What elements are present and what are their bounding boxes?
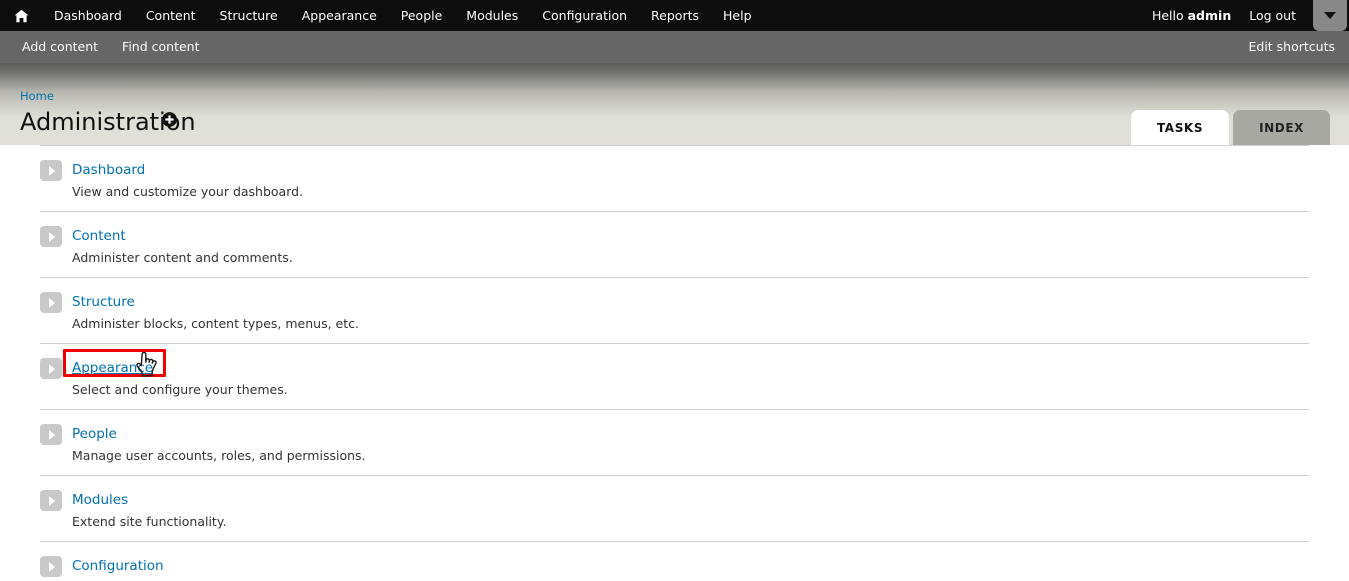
toolbar-collapse-button[interactable]	[1313, 0, 1347, 31]
chevron-right-icon	[40, 490, 62, 511]
toolbar-item-modules[interactable]: Modules	[454, 0, 530, 31]
chevron-right-icon	[40, 292, 62, 313]
toolbar-item-reports[interactable]: Reports	[639, 0, 711, 31]
chevron-right-icon	[40, 226, 62, 247]
toolbar-item-structure[interactable]: Structure	[208, 0, 290, 31]
admin-desc-dashboard: View and customize your dashboard.	[72, 184, 304, 199]
page-header: Home Administration TASKS INDEX	[0, 63, 1349, 145]
chevron-right-icon	[40, 358, 62, 379]
shortcut-find-content[interactable]: Find content	[116, 31, 205, 63]
toolbar-item-dashboard[interactable]: Dashboard	[42, 0, 134, 31]
user-name: admin	[1187, 8, 1232, 23]
shortcuts-bar: Add content Find content Edit shortcuts	[0, 31, 1349, 63]
admin-block-list: Dashboard View and customize your dashbo…	[40, 145, 1309, 581]
toolbar-item-people[interactable]: People	[389, 0, 455, 31]
admin-list-item-structure[interactable]: Structure Administer blocks, content typ…	[40, 277, 1309, 343]
admin-list-item-modules[interactable]: Modules Extend site functionality.	[40, 475, 1309, 541]
edit-shortcuts-link[interactable]: Edit shortcuts	[1248, 31, 1335, 63]
breadcrumb: Home	[20, 89, 54, 103]
tab-tasks[interactable]: TASKS	[1130, 110, 1230, 145]
admin-link-people[interactable]: People	[72, 426, 117, 442]
admin-list-item-content[interactable]: Content Administer content and comments.	[40, 211, 1309, 277]
admin-desc-content: Administer content and comments.	[72, 250, 293, 265]
admin-link-dashboard[interactable]: Dashboard	[72, 162, 145, 178]
toolbar-user-area: Hello admin Log out	[1143, 0, 1349, 31]
tab-index[interactable]: INDEX	[1233, 110, 1330, 145]
admin-list-item-configuration[interactable]: Configuration Administer settings.	[40, 541, 1309, 581]
chevron-down-icon	[1324, 12, 1336, 19]
home-icon[interactable]	[0, 0, 42, 31]
chevron-right-icon	[40, 160, 62, 181]
primary-tabs: TASKS INDEX	[1130, 110, 1330, 145]
admin-list-item-appearance[interactable]: Appearance Select and configure your the…	[40, 343, 1309, 409]
admin-link-structure[interactable]: Structure	[72, 294, 135, 310]
admin-link-modules[interactable]: Modules	[72, 492, 128, 508]
admin-link-appearance[interactable]: Appearance	[72, 360, 153, 376]
toolbar-item-configuration[interactable]: Configuration	[530, 0, 639, 31]
chevron-right-icon	[40, 556, 62, 577]
admin-link-configuration[interactable]: Configuration	[72, 558, 164, 574]
toolbar-item-help[interactable]: Help	[711, 0, 764, 31]
toolbar-menu: Dashboard Content Structure Appearance P…	[0, 0, 764, 31]
admin-desc-structure: Administer blocks, content types, menus,…	[72, 316, 359, 331]
shortcut-add-content[interactable]: Add content	[16, 31, 104, 63]
user-greeting: Hello admin	[1143, 0, 1240, 31]
admin-list-item-people[interactable]: People Manage user accounts, roles, and …	[40, 409, 1309, 475]
admin-desc-modules: Extend site functionality.	[72, 514, 227, 529]
plus-circle-icon[interactable]	[161, 111, 178, 128]
admin-toolbar: Dashboard Content Structure Appearance P…	[0, 0, 1349, 31]
toolbar-item-appearance[interactable]: Appearance	[290, 0, 389, 31]
admin-link-content[interactable]: Content	[72, 228, 126, 244]
admin-list-item-dashboard[interactable]: Dashboard View and customize your dashbo…	[40, 145, 1309, 211]
chevron-right-icon	[40, 424, 62, 445]
admin-desc-people: Manage user accounts, roles, and permiss…	[72, 448, 366, 463]
toolbar-item-content[interactable]: Content	[134, 0, 208, 31]
breadcrumb-home-link[interactable]: Home	[20, 89, 54, 103]
logout-link[interactable]: Log out	[1240, 0, 1305, 31]
main-content: Dashboard View and customize your dashbo…	[0, 145, 1349, 581]
greeting-prefix: Hello	[1151, 8, 1188, 23]
admin-desc-appearance: Select and configure your themes.	[72, 382, 288, 397]
